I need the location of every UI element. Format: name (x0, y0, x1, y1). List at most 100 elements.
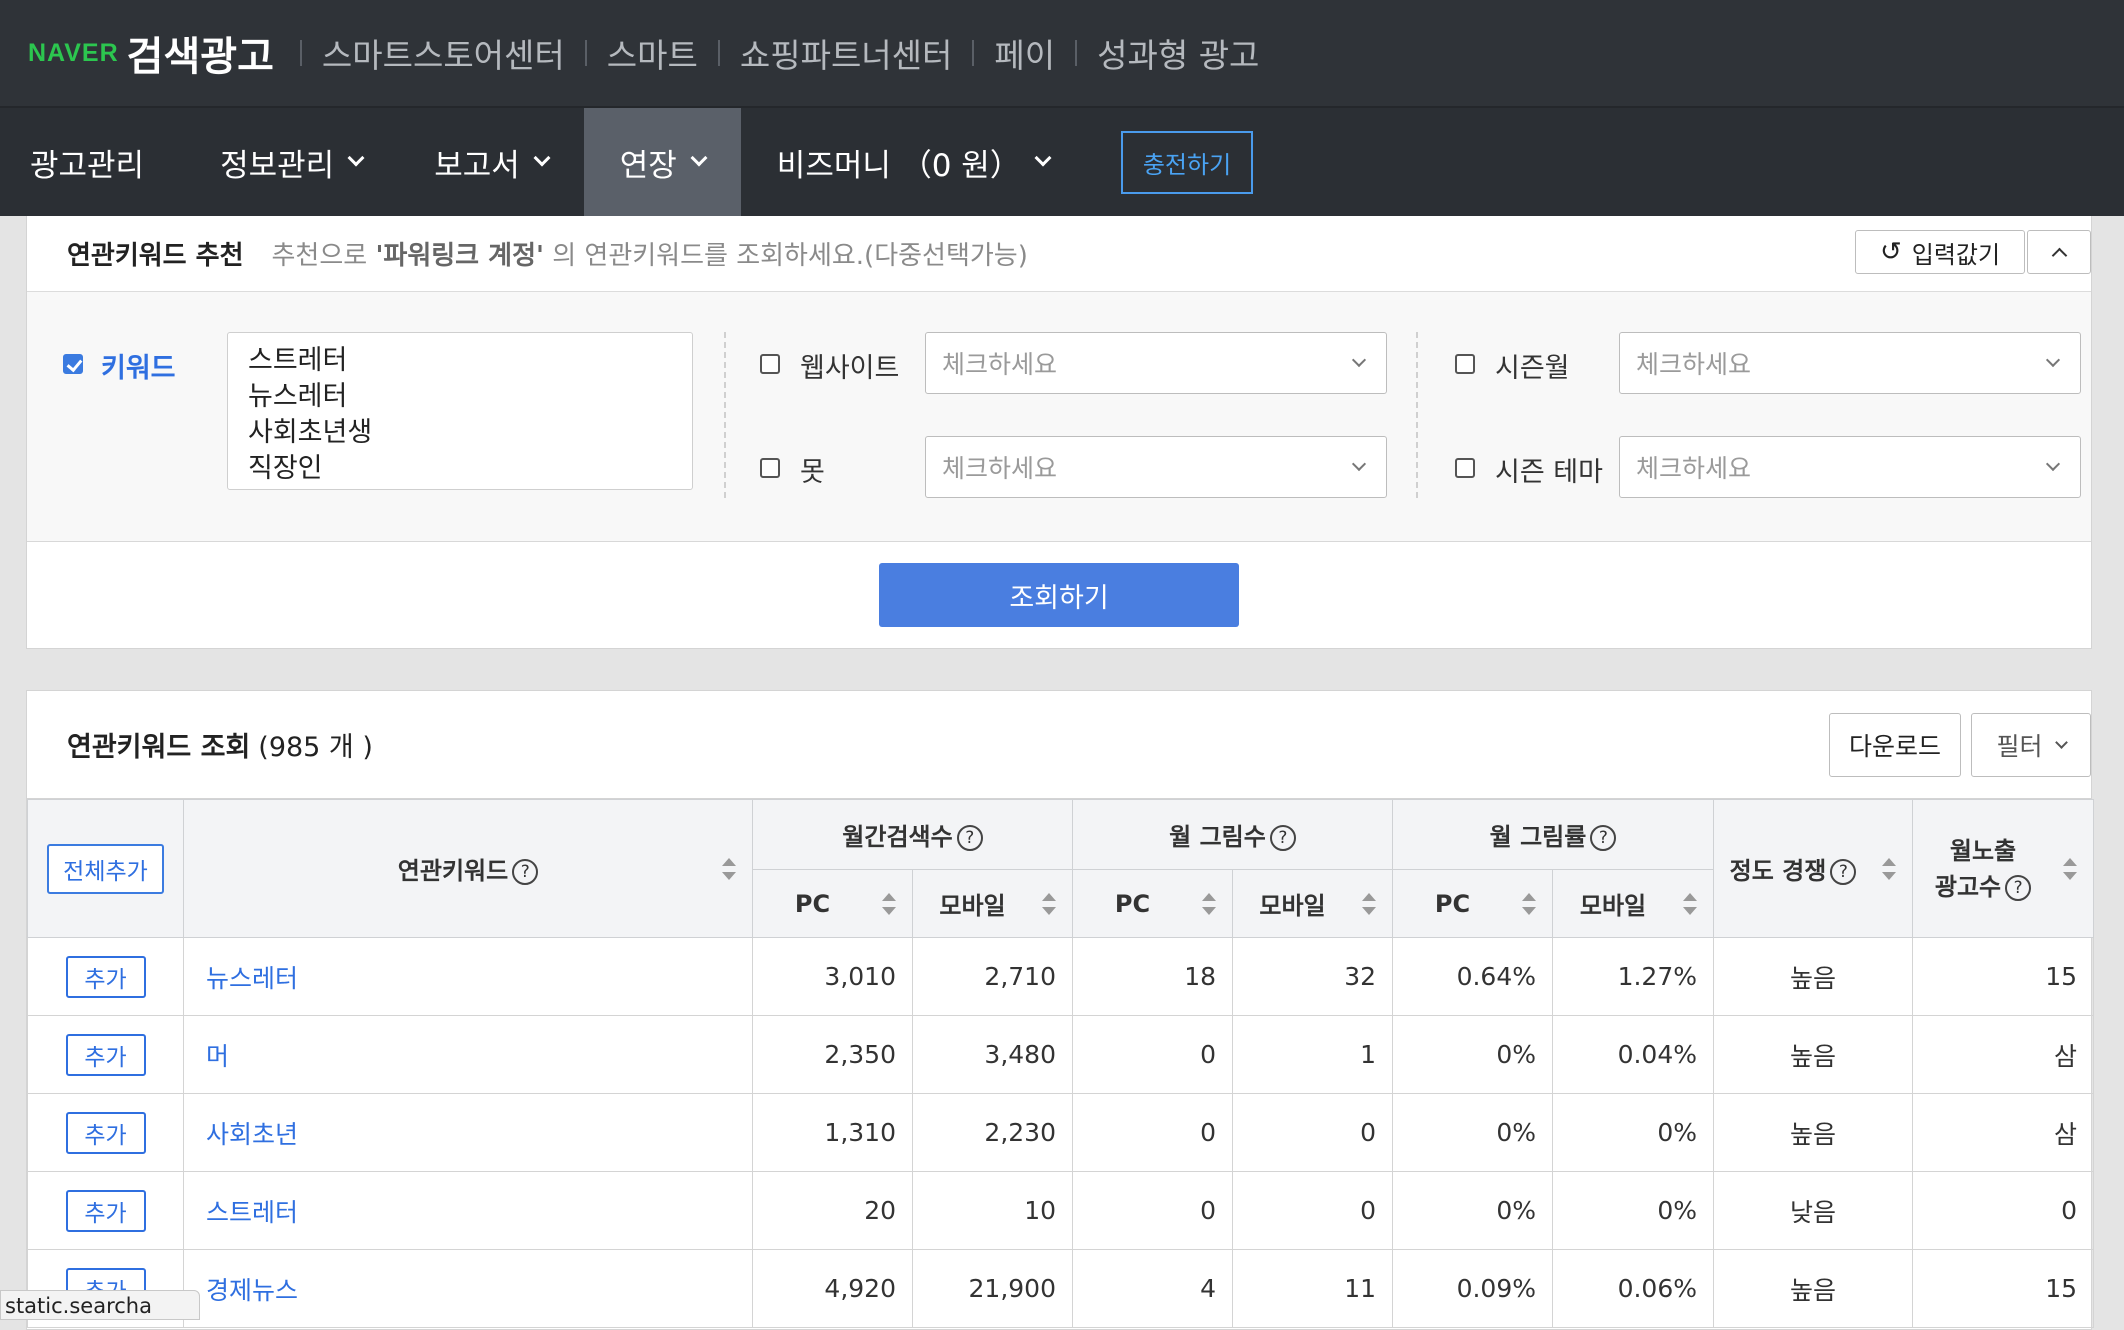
ctr-mobile-cell: 0.06% (1552, 1249, 1714, 1328)
competition-header[interactable]: 정도 경쟁? (1713, 799, 1913, 938)
search-pc-header[interactable]: PC (752, 869, 913, 938)
sort-icon[interactable] (1362, 892, 1376, 915)
add-keyword-button[interactable]: 추가 (65, 1033, 146, 1076)
website-checkbox[interactable] (760, 354, 780, 374)
mot-checkbox[interactable] (760, 458, 780, 478)
search-button[interactable]: 조회하기 (879, 563, 1239, 627)
sort-icon[interactable] (1882, 857, 1896, 880)
ctr-mobile-header[interactable]: 모바일 (1552, 869, 1714, 938)
website-select[interactable]: 체크하세요 (925, 332, 1387, 394)
add-keyword-button[interactable]: 추가 (65, 1189, 146, 1232)
ctr-pc-cell: 0% (1392, 1015, 1553, 1094)
top-link-shopping-partner[interactable]: 쇼핑파트너센터 (740, 29, 953, 77)
keyword-link[interactable]: 사회초년 (183, 1093, 753, 1172)
sort-icon[interactable] (882, 892, 896, 915)
ads-count-header[interactable]: 월노출 광고수? (1912, 799, 2094, 938)
mot-select[interactable]: 체크하세요 (925, 436, 1387, 498)
nav-bizmoney[interactable]: 비즈머니 （0 원） (741, 108, 1085, 216)
help-icon[interactable]: ? (956, 825, 983, 851)
help-icon[interactable]: ? (1269, 825, 1296, 851)
top-link-smartstore[interactable]: 스마트스토어센터 (322, 29, 565, 77)
help-icon[interactable]: ? (1830, 859, 1857, 885)
ads-count-cell: 15 (1912, 937, 2094, 1016)
search-pc-cell: 2,350 (752, 1015, 913, 1094)
season-month-checkbox[interactable] (1455, 354, 1475, 374)
service-title[interactable]: 검색광고 (127, 24, 274, 82)
keyword-link[interactable]: 뉴스레터 (183, 937, 753, 1016)
ctr-pc-header[interactable]: PC (1392, 869, 1553, 938)
sort-icon[interactable] (1042, 892, 1056, 915)
keyword-link[interactable]: 스트레터 (183, 1171, 753, 1250)
keyword-link[interactable]: 경제뉴스 (183, 1249, 753, 1328)
nav-ad-management[interactable]: 광고관리 (0, 108, 184, 216)
top-link-performance-ads[interactable]: 성과형 광고 (1097, 29, 1259, 77)
divider (717, 40, 720, 66)
sort-icon[interactable] (1683, 892, 1697, 915)
click-mobile-header[interactable]: 모바일 (1232, 869, 1393, 938)
add-keyword-button[interactable]: 추가 (65, 1111, 146, 1154)
download-button[interactable]: 다운로드 (1829, 713, 1961, 777)
top-links: 스마트스토어센터 스마트 쇼핑파트너센터 페이 성과형 광고 (280, 29, 1259, 77)
click-mobile-cell: 11 (1232, 1249, 1393, 1328)
search-pc-cell: 20 (752, 1171, 913, 1250)
top-link-pay[interactable]: 페이 (994, 29, 1055, 77)
nav-label: 비즈머니 （0 원） (776, 147, 1021, 184)
sort-icon[interactable] (1202, 892, 1216, 915)
filter-button[interactable]: 필터 (1971, 713, 2091, 777)
search-pc-cell: 1,310 (752, 1093, 913, 1172)
select-placeholder: 체크하세요 (1636, 454, 1752, 483)
chevron-up-icon (2051, 247, 2067, 263)
table-row: 추가 스트레터 20 10 0 0 0% 0% 낮음 0 (27, 1171, 2094, 1250)
sort-icon[interactable] (2063, 857, 2077, 880)
help-icon[interactable]: ? (1590, 825, 1617, 851)
keyword-header[interactable]: 연관키워드? (183, 799, 753, 938)
keyword-checkbox[interactable] (63, 354, 83, 374)
click-pc-header[interactable]: PC (1072, 869, 1233, 938)
reset-inputs-button[interactable]: ↺ 입력값기 (1855, 230, 2025, 274)
chevron-down-icon (2045, 456, 2061, 472)
divider (584, 40, 587, 66)
keyword-textarea[interactable]: 스트레터 뉴스레터 사회초년생 직장인 (227, 332, 693, 490)
search-mobile-header[interactable]: 모바일 (912, 869, 1073, 938)
charge-button[interactable]: 충전하기 (1120, 130, 1254, 194)
main-nav: 광고관리 정보관리 보고서 연장 비즈머니 （0 원） 충전하기 (0, 106, 2124, 216)
desc-bold: '파워링크 계정' (375, 241, 544, 271)
sort-icon[interactable] (1522, 892, 1536, 915)
status-url-tooltip: static.searcha (0, 1290, 200, 1320)
add-all-button[interactable]: 전체추가 (47, 843, 164, 894)
top-link-smart[interactable]: 스마트 (607, 29, 698, 77)
keyword-recommend-panel: 연관키워드 추천 추천으로 '파워링크 계정' 의 연관키워드를 조회하세요.(… (26, 216, 2092, 649)
help-icon[interactable]: ? (512, 859, 539, 885)
season-theme-select[interactable]: 체크하세요 (1619, 436, 2081, 498)
nav-reports[interactable]: 보고서 (398, 108, 584, 216)
season-month-select[interactable]: 체크하세요 (1619, 332, 2081, 394)
chevron-down-icon (347, 149, 365, 167)
ctr-mobile-cell: 0.04% (1552, 1015, 1714, 1094)
nav-tools[interactable]: 연장 (583, 108, 741, 216)
ctr-pc-cell: 0.64% (1392, 937, 1553, 1016)
panel-footer: 조회하기 (27, 542, 2091, 648)
divider (1075, 40, 1078, 66)
add-keyword-button[interactable]: 추가 (65, 955, 146, 998)
desc-prefix: 추천으로 (271, 241, 368, 271)
season-theme-checkbox[interactable] (1455, 458, 1475, 478)
nav-info-management[interactable]: 정보관리 (184, 108, 398, 216)
collapse-button[interactable] (2027, 230, 2091, 274)
search-mobile-cell: 2,710 (912, 937, 1073, 1016)
chevron-down-icon (1034, 149, 1052, 167)
click-pc-cell: 18 (1072, 937, 1233, 1016)
sort-icon[interactable] (722, 857, 736, 880)
select-placeholder: 체크하세요 (942, 454, 1058, 483)
click-pc-cell: 0 (1072, 1171, 1233, 1250)
ads-count-cell: 삼 (1912, 1015, 2094, 1094)
results-count: (985 개 ) (258, 732, 373, 763)
results-body: 추가 뉴스레터 3,010 2,710 18 32 0.64% 1.27% 높음 15 추가 머 2,3… (27, 937, 2094, 1328)
mot-label: 못 (800, 457, 825, 488)
click-mobile-cell: 0 (1232, 1093, 1393, 1172)
keyword-link[interactable]: 머 (183, 1015, 753, 1094)
competition-cell: 낮음 (1713, 1171, 1913, 1250)
naver-logo[interactable]: NAVER (28, 39, 119, 68)
website-label: 웹사이트 (800, 353, 900, 384)
help-icon[interactable]: ? (2005, 874, 2032, 901)
panel-description: 추천으로 '파워링크 계정' 의 연관키워드를 조회하세요.(다중선택가능) (272, 235, 1028, 272)
